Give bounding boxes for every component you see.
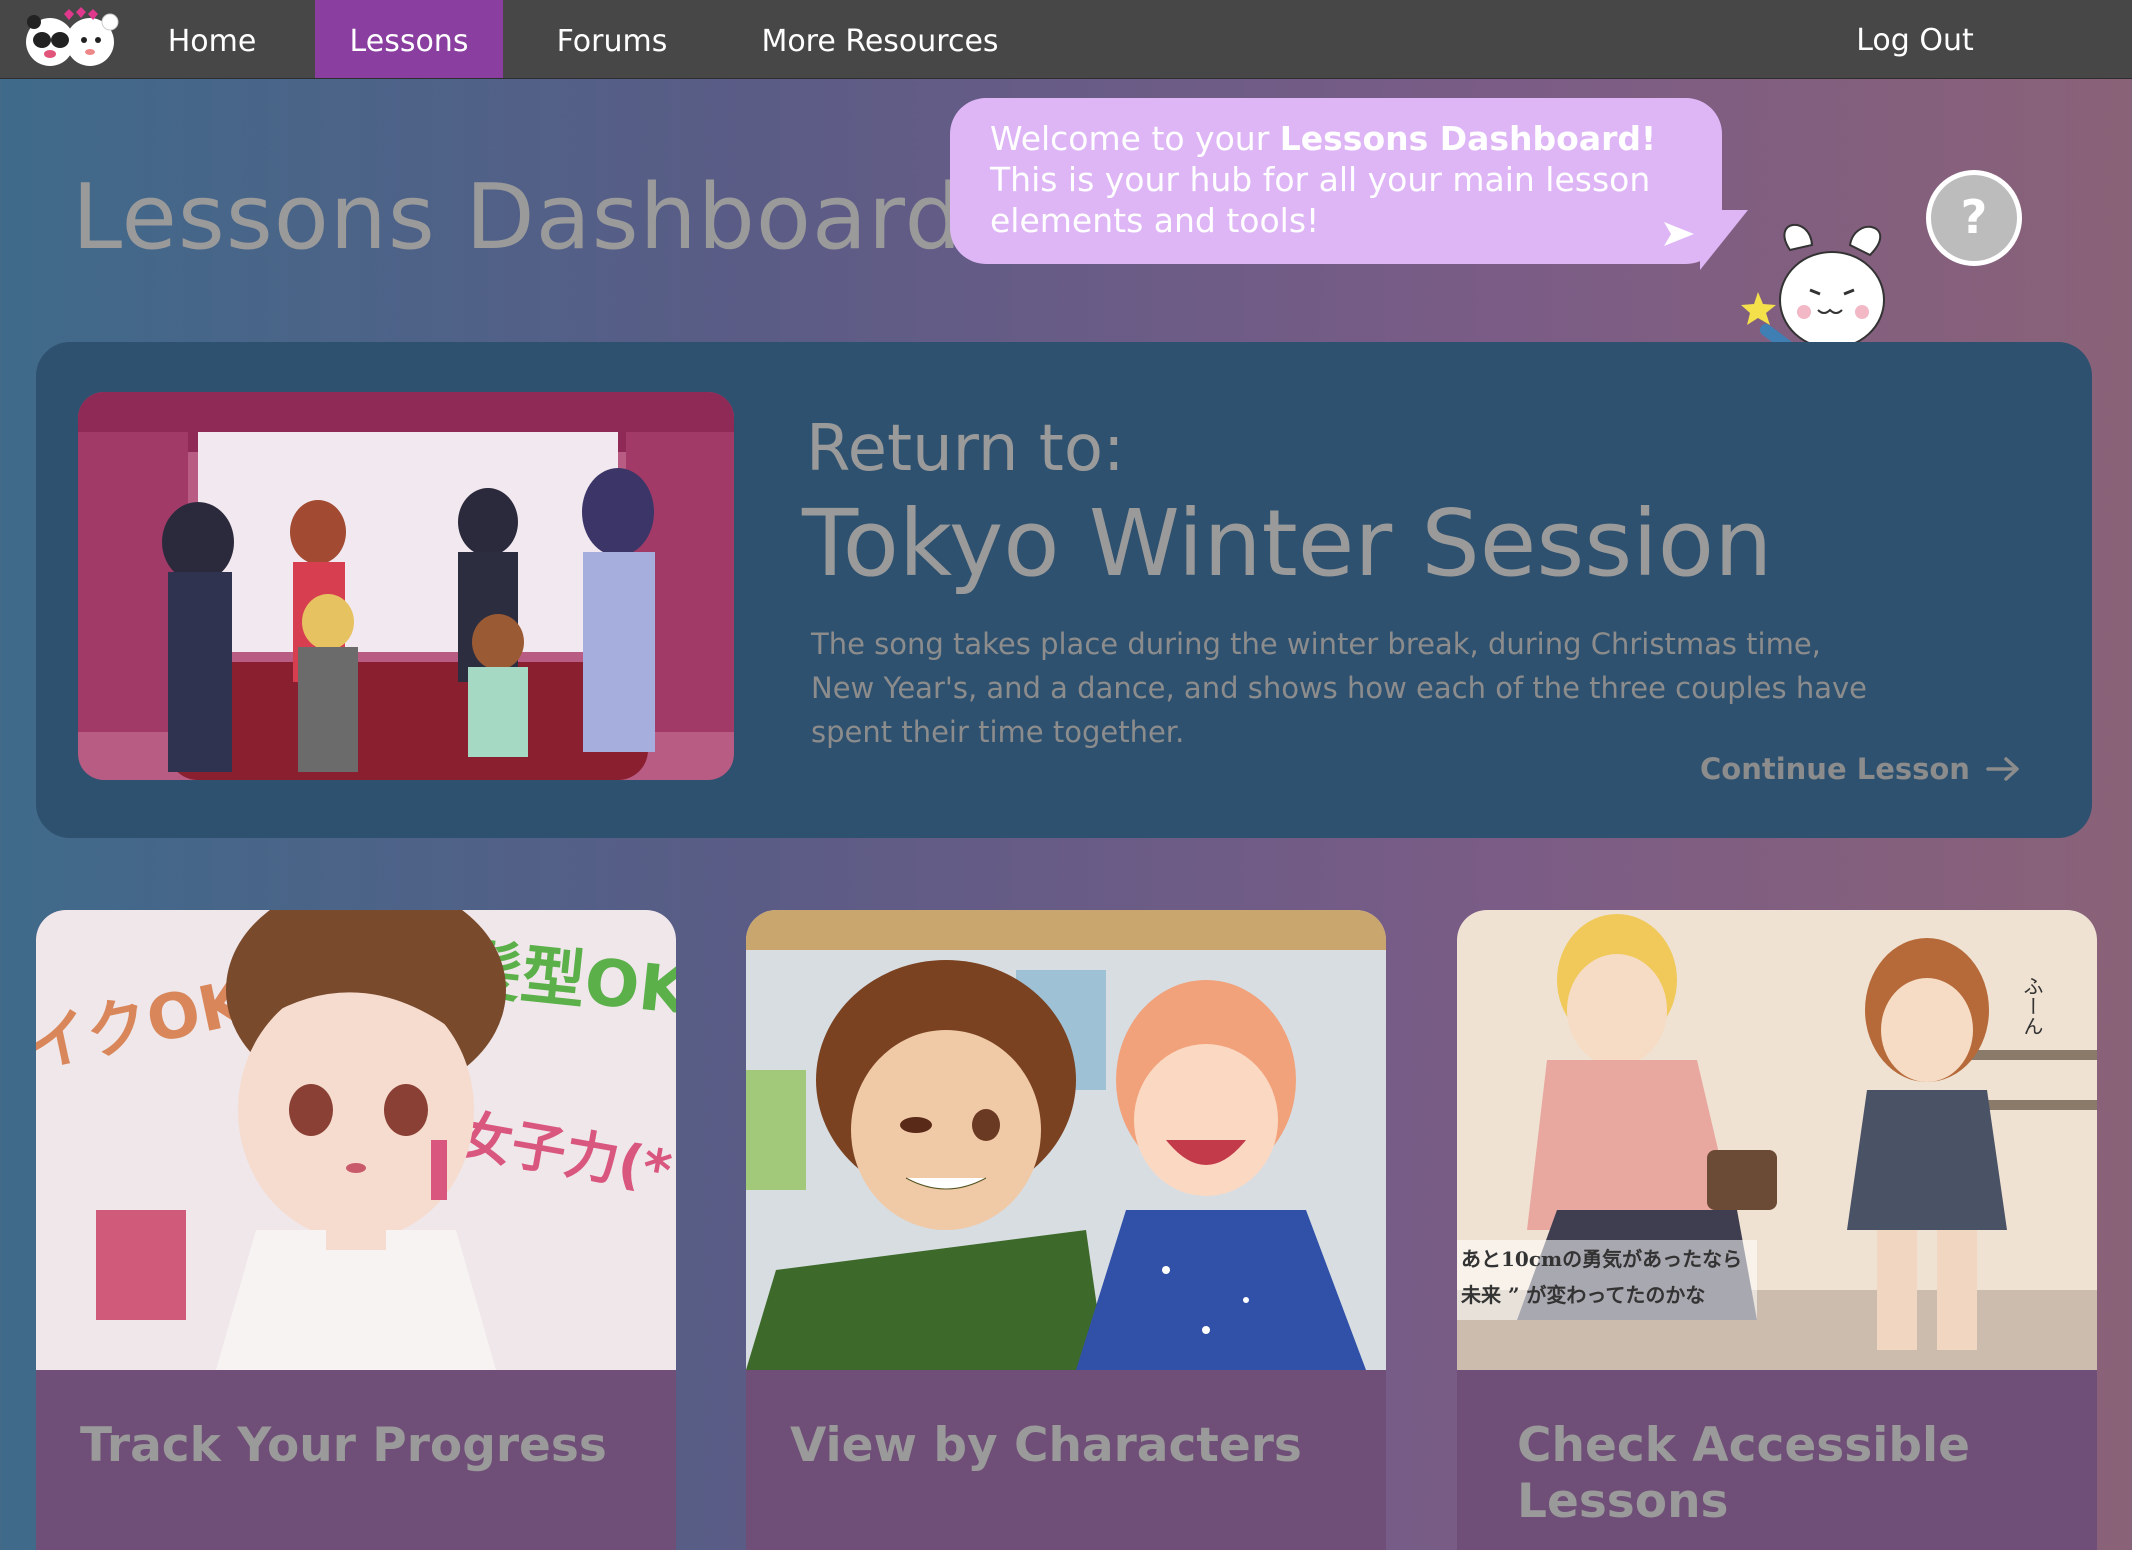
nav-lessons[interactable]: Lessons: [315, 0, 503, 78]
lesson-cover-image[interactable]: [78, 392, 734, 780]
resume-lesson-card: Return to: Tokyo Winter Session The song…: [36, 342, 2092, 838]
lesson-title: Tokyo Winter Session: [802, 490, 1773, 597]
arrow-right-icon: [1986, 757, 2020, 781]
guide-line-1-bold: Lessons Dashboard!: [1279, 119, 1657, 158]
card3-text-2: あと10cmの勇気があったなら: [1461, 1247, 1742, 1271]
resume-subtitle: Return to:: [806, 412, 1125, 486]
continue-lesson-label: Continue Lesson: [1700, 752, 1970, 786]
card-title-view-characters: View by Characters: [790, 1418, 1302, 1473]
nav-more-resources[interactable]: More Resources: [750, 0, 1010, 78]
help-button[interactable]: ?: [1926, 170, 2022, 266]
card3-text-1: ふーん: [2020, 976, 2044, 1036]
continue-lesson-button[interactable]: Continue Lesson: [1700, 752, 2020, 786]
top-nav: Home Lessons Forums More Resources Log O…: [0, 0, 2132, 79]
guide-line-2: This is your hub for all your main lesso…: [990, 160, 1651, 199]
card-title-track-progress: Track Your Progress: [80, 1418, 607, 1473]
nav-home[interactable]: Home: [150, 0, 274, 78]
card-title-accessible-lessons: Check Accessible Lessons: [1517, 1418, 1970, 1529]
card3-text-3: 未来 ” が変わってたのかな: [1461, 1283, 1705, 1307]
card-image-view-characters: [746, 910, 1386, 1370]
guide-line-3: elements and tools!: [990, 201, 1320, 240]
page-title: Lessons Dashboard: [72, 165, 963, 270]
nav-forums[interactable]: Forums: [540, 0, 684, 78]
guide-line-1-prefix: Welcome to your: [990, 119, 1280, 158]
card-track-progress[interactable]: イクOK! 髪型OK 女子力(*ˇ∀ Track Your Progress: [36, 910, 676, 1550]
logout-button[interactable]: Log Out: [1830, 0, 2000, 78]
guide-speech-bubble: Welcome to your Lessons Dashboard! This …: [950, 98, 1722, 264]
card-image-accessible-lessons: ふーん あと10cmの勇気があったなら 未来 ” が変わってたのかな: [1457, 910, 2097, 1370]
question-icon: ?: [1960, 190, 1988, 244]
lesson-description: The song takes place during the winter b…: [811, 627, 1867, 749]
card-accessible-lessons[interactable]: ふーん あと10cmの勇気があったなら 未来 ” が変わってたのかな Check…: [1457, 910, 2097, 1550]
card-view-characters[interactable]: View by Characters: [746, 910, 1386, 1550]
guide-line-1: Welcome to your Lessons Dashboard!: [990, 118, 1682, 159]
next-arrow-icon[interactable]: [1664, 222, 1694, 246]
card-image-track-progress: イクOK! 髪型OK 女子力(*ˇ∀: [36, 910, 676, 1370]
site-logo[interactable]: [20, 4, 124, 72]
